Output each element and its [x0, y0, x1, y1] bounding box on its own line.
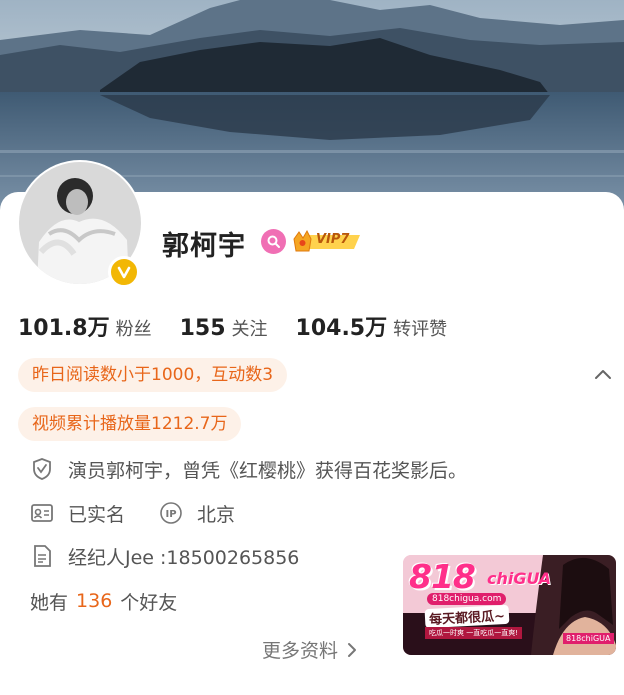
id-card-icon [30, 501, 54, 525]
member-icon[interactable] [261, 229, 286, 254]
ad-brand: 818chiGUA [563, 633, 614, 644]
ip-icon: IP [159, 501, 183, 525]
advertisement-banner[interactable]: 818 chiGUA 818chigua.com 每天都很瓜~ 吃瓜一时爽 一直… [403, 555, 616, 655]
ad-subtitle: 吃瓜一时爽 一直吃瓜一直爽! [425, 627, 523, 639]
followers-stat[interactable]: 101.8万 粉丝 [18, 310, 152, 342]
video-plays-pill[interactable]: 视频累计播放量1212.7万 [18, 407, 242, 441]
ip-location-text: 北京 [197, 503, 236, 526]
friends-suffix: 个好友 [120, 591, 178, 614]
following-label: 关注 [231, 319, 268, 340]
ad-logo-number: 818 [409, 557, 476, 596]
agent-text[interactable]: 经纪人Jee :18500265856 [68, 543, 299, 570]
more-info-label: 更多资料 [262, 640, 339, 662]
ip-location: IP 北京 [159, 500, 235, 527]
document-icon [30, 544, 54, 568]
friends-prefix: 她有 [30, 591, 69, 614]
ip-badge-text: IP [165, 509, 176, 520]
interactions-label: 转评赞 [393, 319, 448, 340]
bio-row: 演员郭柯宇，曾凭《红樱桃》获得百花奖影后。 [30, 454, 467, 484]
verified-badge-icon [108, 256, 140, 288]
interactions-stat[interactable]: 104.5万 转评赞 [296, 310, 448, 342]
friends-row[interactable]: 她有 136 个好友 [30, 586, 177, 616]
following-count: 155 [179, 316, 226, 341]
vip-badge[interactable]: VIP7 [292, 229, 364, 255]
ad-url: 818chigua.com [427, 593, 507, 605]
interactions-count: 104.5万 [295, 316, 388, 341]
vip-level: VIP7 [316, 232, 350, 247]
followers-label: 粉丝 [115, 319, 152, 340]
reads-yesterday-pill[interactable]: 昨日阅读数小于1000，互动数3 [18, 358, 288, 392]
chevron-up-icon[interactable] [592, 364, 614, 386]
verification-text: 已实名 [68, 503, 126, 526]
more-info-link[interactable]: 更多资料 [262, 636, 360, 663]
followers-count: 101.8万 [18, 316, 110, 341]
friends-count: 136 [76, 590, 113, 612]
following-stat[interactable]: 155 关注 [180, 315, 268, 341]
agent-row: 经纪人Jee :18500265856 [30, 541, 299, 571]
chevron-right-icon [348, 642, 357, 657]
bio-text: 演员郭柯宇，曾凭《红樱桃》获得百花奖影后。 [68, 459, 468, 482]
identity-row: 已实名 IP 北京 [30, 498, 235, 528]
shield-icon [30, 457, 54, 481]
ad-logo-word: chiGUA [487, 569, 552, 588]
profile-name: 郭柯宇 [162, 231, 246, 262]
stats-bar: 101.8万 粉丝 155 关注 104.5万 转评赞 [18, 310, 447, 342]
